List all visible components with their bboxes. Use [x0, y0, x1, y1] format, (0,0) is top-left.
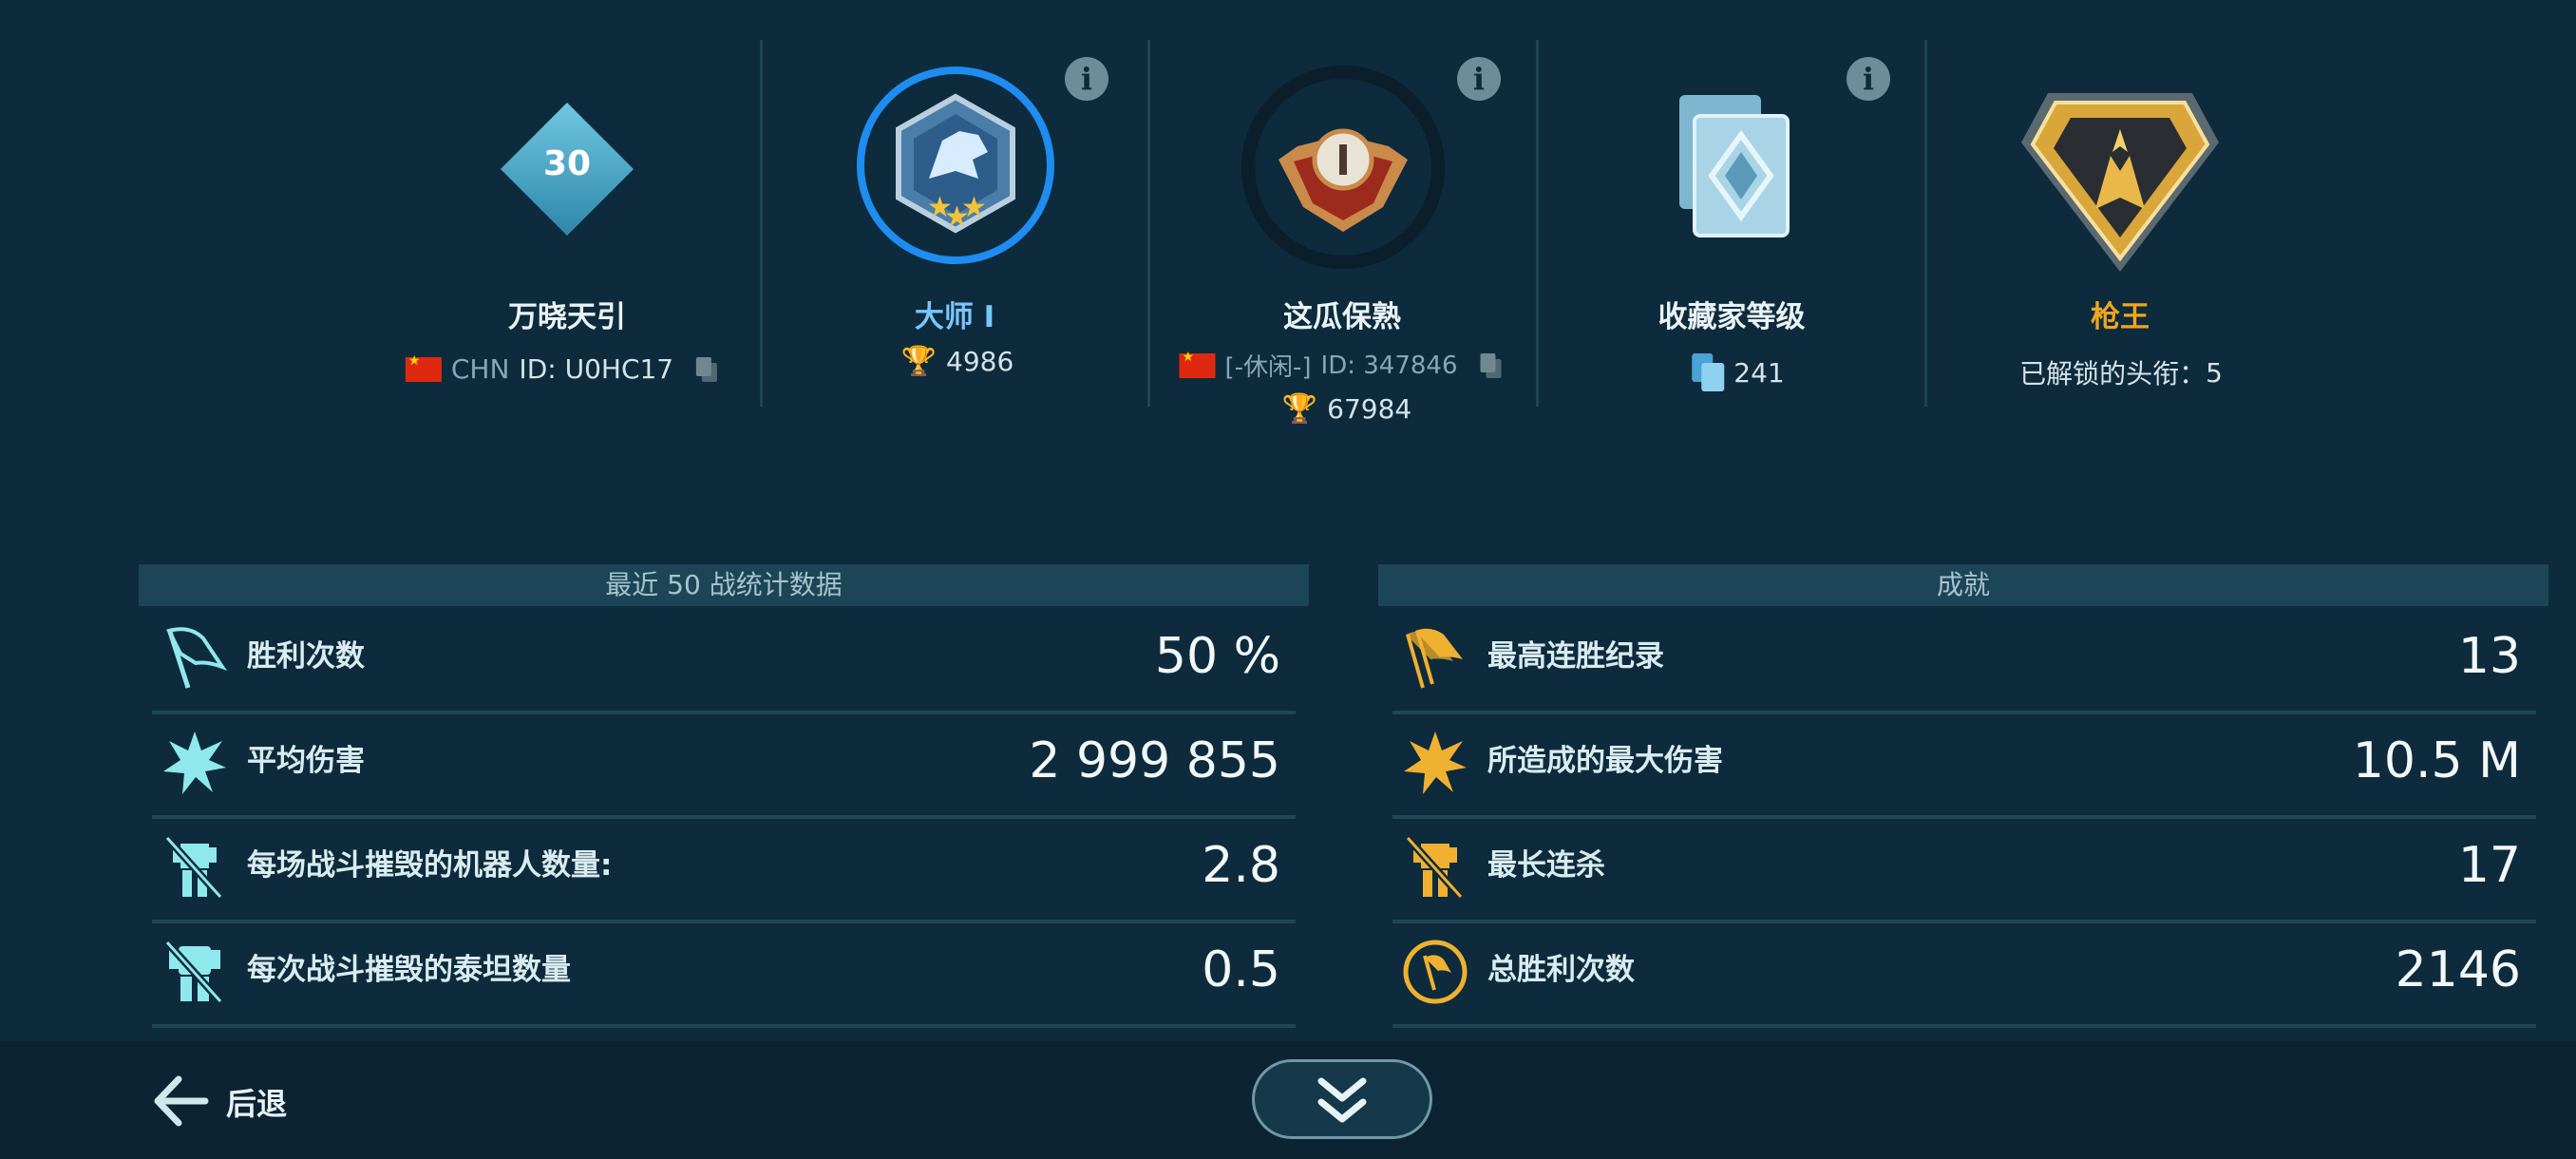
max-damage-icon [1402, 730, 1468, 796]
collector-value-row: 241 [1692, 353, 1785, 391]
copy-clan-id-icon[interactable] [1480, 352, 1502, 378]
stat-label: 每场战斗摧毁的机器人数量: [247, 848, 613, 883]
divider [1147, 40, 1150, 407]
achievement-label: 最高连胜纪录 [1487, 639, 1664, 674]
double-chevron-down-icon [1316, 1075, 1369, 1127]
player-level: 30 [542, 144, 592, 183]
clan-emblem-icon[interactable] [1241, 65, 1446, 270]
copy-id-icon[interactable] [696, 356, 718, 382]
china-flag-icon [1179, 350, 1216, 378]
stat-row: 每次战斗摧毁的泰坦数量 0.5 [152, 920, 1296, 1028]
player-id-row: CHN ID: U0HC17 [405, 353, 718, 385]
stat-value: 2.8 [1202, 837, 1280, 894]
achievement-value: 10.5 M [2352, 732, 2521, 789]
titles-unlocked-row: 已解锁的头衔： 5 [2019, 353, 2223, 391]
level-badge: 30 [501, 103, 634, 236]
robot-destroyed-icon [161, 834, 228, 901]
titles-unlocked-count: 5 [2206, 356, 2223, 389]
league-name: 大师 I [914, 300, 995, 334]
trophy-icon: 🏆 [1281, 391, 1318, 426]
stat-row: 胜利次数 50 % [152, 606, 1296, 714]
achievement-row: 所造成的最大伤害 10.5 M [1392, 711, 2536, 819]
stat-value: 0.5 [1202, 941, 1280, 998]
clan-trophy-row: 🏆 67984 [1282, 393, 1411, 425]
cards-icon [1692, 353, 1725, 391]
stat-label: 胜利次数 [247, 639, 365, 674]
china-flag-icon [405, 353, 442, 382]
clan-tag: [-休闲-] [1224, 353, 1312, 382]
divider [1536, 40, 1539, 407]
back-arrow-icon [150, 1074, 209, 1129]
league-trophies: 4986 [946, 346, 1014, 377]
kill-streak-icon [1402, 834, 1468, 901]
league-trophy-row: 🏆 4986 [901, 346, 1014, 377]
collector-title: 收藏家等级 [1657, 300, 1806, 334]
stat-label: 每次战斗摧毁的泰坦数量 [247, 953, 571, 987]
stat-row: 平均伤害 2 999 855 [152, 711, 1296, 819]
league-rank-icon[interactable]: ★ ★ ★ [855, 65, 1056, 266]
achievement-label: 总胜利次数 [1487, 953, 1635, 987]
trophy-icon: 🏆 [900, 344, 938, 378]
stat-value: 50 % [1154, 628, 1280, 685]
title-badge-icon[interactable] [2019, 86, 2221, 276]
stat-value: 2 999 855 [1029, 732, 1280, 789]
back-label[interactable]: 后退 [226, 1080, 287, 1124]
total-wins-icon [1402, 939, 1468, 1005]
clan-id: ID: 347846 [1320, 351, 1458, 380]
title-name: 枪王 [2091, 300, 2150, 334]
collector-info-button[interactable]: i [1847, 57, 1890, 101]
achievements-header: 成就 [1378, 564, 2548, 606]
achievement-value: 17 [2457, 837, 2521, 894]
player-name: 万晓天引 [508, 300, 626, 334]
player-country: CHN [450, 353, 510, 385]
win-streak-flags-icon [1402, 625, 1468, 692]
titles-unlocked-label: 已解锁的头衔： [2019, 358, 2207, 390]
expand-button[interactable] [1252, 1059, 1432, 1139]
stat-label: 平均伤害 [247, 744, 365, 778]
clan-trophies: 67984 [1327, 393, 1412, 425]
clan-name: 这瓜保熟 [1283, 300, 1401, 334]
victory-flag-icon [161, 625, 228, 692]
clan-info-button[interactable]: i [1457, 57, 1501, 101]
achievement-row: 总胜利次数 2146 [1392, 920, 2536, 1028]
achievement-value: 13 [2457, 628, 2521, 685]
clan-id-row: [-休闲-] ID: 347846 [1179, 348, 1502, 383]
stat-row: 每场战斗摧毁的机器人数量: 2.8 [152, 815, 1296, 923]
titan-destroyed-icon [161, 939, 228, 1005]
achievement-label: 最长连杀 [1487, 848, 1605, 883]
explosion-icon [161, 730, 228, 796]
divider [1924, 40, 1927, 407]
collector-value: 241 [1733, 356, 1785, 389]
achievement-label: 所造成的最大伤害 [1487, 744, 1723, 778]
league-info-button[interactable]: i [1065, 57, 1108, 101]
player-id: ID: U0HC17 [519, 353, 674, 385]
achievement-row: 最高连胜纪录 13 [1392, 606, 2536, 714]
divider [760, 40, 763, 407]
svg-text:★: ★ [961, 191, 987, 224]
recent-stats-header: 最近 50 战统计数据 [139, 564, 1309, 606]
collector-cards-icon[interactable] [1674, 91, 1795, 243]
achievement-value: 2146 [2395, 941, 2521, 998]
achievement-row: 最长连杀 17 [1392, 815, 2536, 923]
